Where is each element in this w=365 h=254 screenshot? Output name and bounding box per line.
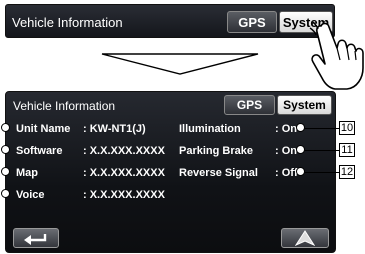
navigation-button[interactable] <box>281 228 329 248</box>
unit-name-label: Unit Name <box>16 123 71 135</box>
callout-dot-software <box>1 145 10 154</box>
map-value: : X.X.XXX.XXXX <box>83 167 165 179</box>
navigation-triangle-icon <box>295 230 315 246</box>
callout-dot-unit-name <box>1 123 10 132</box>
callout-dot-reverse-signal <box>296 167 305 176</box>
back-button[interactable] <box>13 228 59 248</box>
tab-gps[interactable]: GPS <box>224 95 275 115</box>
callout-dot-map <box>1 167 10 176</box>
top-tab-gps[interactable]: GPS <box>227 11 277 33</box>
back-arrow-icon <box>24 234 47 245</box>
illumination-value: : On <box>275 123 297 135</box>
reverse-signal-value: : Off <box>275 167 298 179</box>
voice-value: : X.X.XXX.XXXX <box>83 189 165 201</box>
down-arrow-icon <box>101 53 259 75</box>
top-screen: Vehicle Information GPS System <box>5 4 335 38</box>
illumination-label: Illumination <box>179 123 241 135</box>
parking-brake-label: Parking Brake <box>179 145 253 157</box>
parking-brake-value: : On <box>275 145 297 157</box>
reverse-signal-label: Reverse Signal <box>179 167 258 179</box>
top-screen-title: Vehicle Information <box>12 15 123 30</box>
callout-number-11: 11 <box>339 143 355 157</box>
main-screen: Vehicle Information GPS System Unit Name… <box>5 91 336 253</box>
callout-line-11 <box>305 150 339 151</box>
voice-label: Voice <box>16 189 45 201</box>
unit-name-value: : KW-NT1(J) <box>83 123 146 135</box>
callout-line-10 <box>305 128 339 129</box>
software-label: Software <box>16 145 63 157</box>
callout-dot-illumination <box>296 123 305 132</box>
callout-number-12: 12 <box>339 165 355 179</box>
tab-system[interactable]: System <box>277 95 332 115</box>
map-label: Map <box>16 167 38 179</box>
callout-dot-voice <box>1 189 10 198</box>
callout-dot-parking-brake <box>296 145 305 154</box>
main-screen-title: Vehicle Information <box>13 99 116 113</box>
hand-pointer-icon <box>309 21 364 90</box>
callout-number-10: 10 <box>339 121 355 135</box>
software-value: : X.X.XXX.XXXX <box>83 145 165 157</box>
callout-line-12 <box>305 172 339 173</box>
